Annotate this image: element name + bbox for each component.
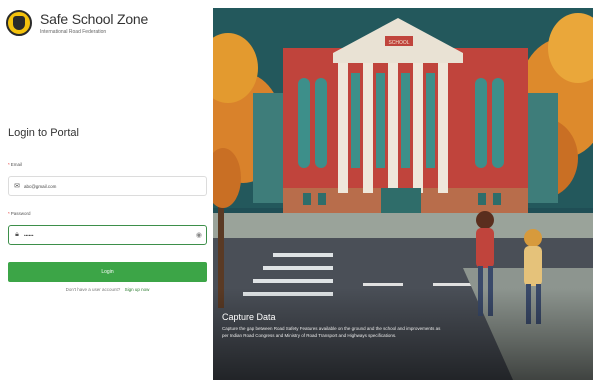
signup-prompt: Don't have a user account? (65, 287, 121, 292)
caption-text: Capture the gap between Road Safety Feat… (222, 326, 441, 338)
lock-icon: 🔒︎ (15, 231, 19, 238)
email-field[interactable]: ✉ abc@gmail.com (8, 176, 207, 196)
password-label: *Password (8, 211, 31, 216)
hero-caption: Capture Data Capture the gap between Roa… (222, 312, 442, 339)
password-field[interactable]: 🔒︎ •••••• ◉ (8, 225, 207, 245)
school-shield-icon (6, 10, 32, 36)
eye-icon[interactable]: ◉ (196, 231, 202, 239)
signup-row: Don't have a user account? Sign up now (8, 287, 207, 292)
brand-subtitle: International Road Federation (40, 29, 107, 35)
mail-icon: ✉ (14, 183, 20, 190)
brand: Safe School Zone International Road Fede… (6, 10, 148, 36)
building-sign: SCHOOL (388, 40, 409, 46)
page-title: Login to Portal (8, 127, 79, 139)
login-button[interactable]: Login (8, 262, 207, 282)
login-panel: Safe School Zone International Road Fede… (0, 0, 213, 380)
email-label: *Email (8, 162, 23, 167)
password-value: •••••• (24, 232, 34, 238)
email-value: abc@gmail.com (24, 183, 57, 189)
signup-link[interactable]: Sign up now (125, 287, 150, 292)
caption-title: Capture Data (222, 312, 276, 322)
brand-title: Safe School Zone (40, 11, 149, 27)
